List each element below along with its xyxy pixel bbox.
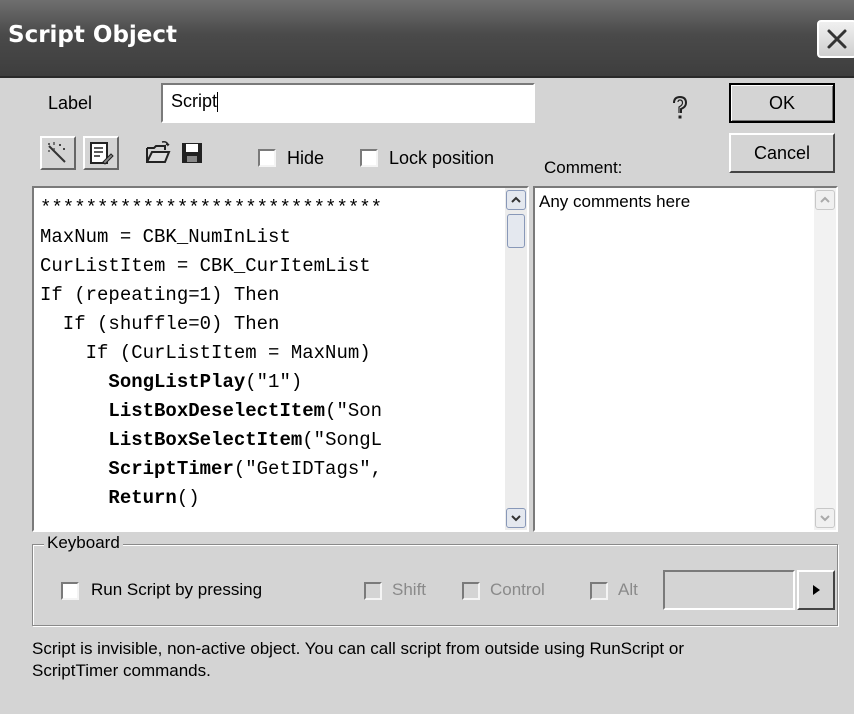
close-button[interactable] (817, 20, 854, 58)
window-title: Script Object (8, 22, 178, 48)
comment-text: Any comments here (539, 192, 691, 211)
open-folder-icon (146, 141, 171, 163)
script-editor[interactable]: ****************************** MaxNum = C… (32, 186, 529, 532)
scroll-up-button[interactable] (506, 190, 526, 210)
description-line-1: Script is invisible, non-active object. … (32, 639, 684, 658)
code-text: ("SongL (302, 429, 383, 451)
code-text: If (CurListItem = MaxNum) (40, 342, 371, 364)
lock-position-label: Lock position (389, 148, 495, 168)
title-bar: Script Object (0, 0, 854, 78)
description-text: Script is invisible, non-active object. … (32, 638, 832, 682)
shift-label: Shift (392, 580, 427, 599)
code-line: If (CurListItem = MaxNum) (40, 339, 505, 368)
chevron-down-icon (511, 515, 521, 522)
scroll-down-button[interactable] (506, 508, 526, 528)
alt-checkbox[interactable] (590, 582, 608, 600)
run-script-label: Run Script by pressing (91, 580, 263, 599)
comment-caption: Comment: (544, 158, 623, 177)
help-icon[interactable] (668, 94, 692, 122)
edit-button[interactable] (83, 136, 119, 170)
alt-label: Alt (618, 580, 638, 599)
lock-position-checkbox[interactable] (360, 149, 378, 167)
code-line: ScriptTimer("GetIDTags", (40, 455, 505, 484)
code-line: MaxNum = CBK_NumInList (40, 223, 505, 252)
save-disk-icon (182, 143, 202, 163)
edit-document-icon (90, 142, 114, 165)
code-text: MaxNum = CBK_NumInList (40, 226, 291, 248)
run-script-checkbox[interactable] (61, 582, 79, 600)
text-caret (217, 92, 219, 113)
chevron-up-icon (511, 196, 521, 203)
script-scrollbar[interactable] (505, 188, 527, 530)
comment-scrollbar[interactable] (814, 188, 836, 530)
label-input-value: Script (171, 91, 218, 111)
comment-textarea[interactable]: Any comments here (533, 186, 838, 532)
hide-checkbox[interactable] (258, 149, 276, 167)
hotkey-field[interactable] (663, 570, 795, 610)
code-text: ("Son (325, 400, 383, 422)
dialog-body: Label Script OK Cancel Hide Lock positio… (0, 78, 854, 714)
ok-button[interactable]: OK (729, 83, 835, 123)
code-function-name: Return (108, 487, 177, 509)
label-input[interactable]: Script (161, 83, 535, 123)
script-code[interactable]: ****************************** MaxNum = C… (40, 194, 505, 513)
code-line: SongListPlay("1") (40, 368, 505, 397)
code-text: If (repeating=1) Then (40, 284, 280, 306)
code-line: ListBoxSelectItem("SongL (40, 426, 505, 455)
code-text: () (176, 487, 200, 509)
close-icon (827, 29, 847, 49)
cancel-button[interactable]: Cancel (729, 133, 835, 173)
code-line: ****************************** (40, 194, 505, 223)
code-line: If (shuffle=0) Then (40, 310, 505, 339)
code-function-name: ListBoxDeselectItem (108, 400, 326, 422)
code-line: ListBoxDeselectItem("Son (40, 397, 505, 426)
code-line: If (repeating=1) Then (40, 281, 505, 310)
code-text: ("GetIDTags", (233, 458, 383, 480)
hotkey-dropdown-button[interactable] (797, 570, 835, 610)
wizard-button[interactable] (40, 136, 76, 170)
code-text: CurListItem = CBK_CurItemList (40, 255, 371, 277)
description-line-2: ScriptTimer commands. (32, 661, 211, 680)
comment-scroll-up-button[interactable] (815, 190, 835, 210)
chevron-down-icon (820, 515, 830, 522)
code-line: Return() (40, 484, 505, 513)
code-function-name: ScriptTimer (108, 458, 234, 480)
control-label: Control (490, 580, 545, 599)
hide-label: Hide (287, 148, 325, 168)
comment-scroll-down-button[interactable] (815, 508, 835, 528)
shift-checkbox[interactable] (364, 582, 382, 600)
label-caption: Label (48, 93, 93, 113)
keyboard-group-label: Keyboard (44, 533, 123, 553)
code-line: CurListItem = CBK_CurItemList (40, 252, 505, 281)
triangle-right-icon (813, 585, 820, 595)
code-function-name: SongListPlay (108, 371, 246, 393)
scroll-thumb[interactable] (507, 214, 525, 248)
code-text: ("1") (245, 371, 303, 393)
code-text: ****************************** (40, 197, 383, 219)
control-checkbox[interactable] (462, 582, 480, 600)
wizard-wand-icon (48, 142, 66, 163)
save-button[interactable] (174, 136, 210, 170)
chevron-up-icon (820, 196, 830, 203)
open-button[interactable] (140, 136, 176, 170)
code-function-name: ListBoxSelectItem (108, 429, 303, 451)
code-text: If (shuffle=0) Then (40, 313, 280, 335)
